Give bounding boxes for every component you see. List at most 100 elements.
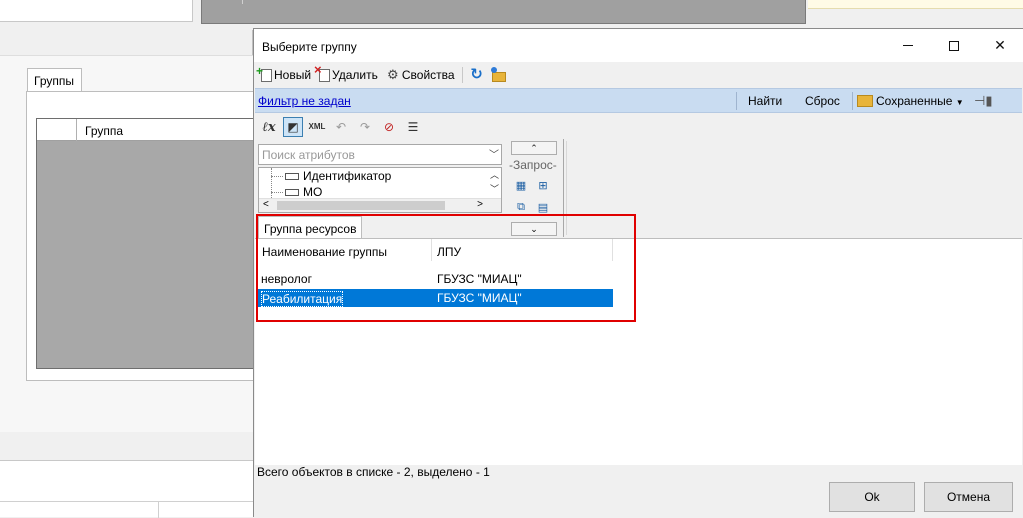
field-icon (285, 188, 299, 196)
saved-filters-label: Сохраненные (876, 94, 953, 108)
collapse-up-button[interactable]: ⌃ (511, 141, 557, 155)
xml-button[interactable]: XML (307, 117, 327, 137)
tree-vertical-scrollbar[interactable]: ︿ ﹀ (488, 168, 501, 198)
scrollbar-thumb[interactable] (277, 201, 445, 210)
chevron-down-icon[interactable]: ﹀ (488, 182, 501, 196)
maximize-button[interactable] (931, 29, 977, 62)
table-row-selected[interactable]: Реабилитация ГБУЗС "МИАЦ" (257, 289, 613, 307)
xml-icon: XML (308, 122, 326, 131)
reset-button[interactable]: Сброс (805, 94, 840, 108)
query-area[interactable] (563, 139, 1023, 237)
refresh-icon: ↻ (470, 66, 483, 83)
table-icon[interactable]: ▤ (535, 201, 551, 215)
groups-grid: Наименование группы ЛПУ невролог ГБУЗС "… (255, 238, 1022, 465)
toolbar-separator (461, 67, 463, 83)
folder-icon (490, 66, 506, 82)
field-icon (285, 172, 299, 180)
properties-button[interactable]: ⚙ Свойства (382, 64, 459, 86)
background-grid-indicator-col (37, 119, 77, 141)
filter-status-link[interactable]: Фильтр не задан (258, 94, 351, 108)
query-builder-button[interactable]: ◩ (283, 116, 303, 137)
attribute-item-label: МО (303, 185, 323, 199)
find-table-icon[interactable]: ⊞ (535, 179, 551, 193)
background-tab-groups[interactable]: Группы (27, 68, 82, 92)
table-row[interactable]: невролог ГБУЗС "МИАЦ" (257, 270, 613, 288)
query-label: -Запрос- (509, 158, 557, 172)
query-toolbar: ℓx ◩ XML ↶ ↷ ⊘ ☰ (255, 114, 1022, 139)
saved-filters-button[interactable]: Сохраненные ▼ (857, 94, 964, 108)
query-area-inner (566, 141, 1023, 235)
delete-document-icon (314, 63, 331, 82)
column-separator[interactable] (612, 239, 613, 261)
column-header-lpu[interactable]: ЛПУ (437, 245, 461, 259)
attribute-item[interactable]: Идентификатор (285, 168, 391, 184)
redo-icon: ↷ (359, 119, 371, 134)
cell-group-name: Реабилитация (261, 291, 344, 307)
grid-header: Наименование группы ЛПУ (255, 239, 615, 261)
delete-button-label: Удалить (332, 68, 378, 82)
tree-connector (271, 176, 283, 177)
chevron-up-icon[interactable]: ︿ (488, 168, 501, 182)
background-groups-grid: Группа (36, 118, 253, 369)
chevron-right-icon[interactable]: > (477, 199, 483, 210)
undo-icon: ↶ (335, 119, 347, 134)
ok-button[interactable]: Ok (829, 482, 915, 512)
background-grid-column-group[interactable]: Группа (85, 124, 123, 138)
cell-lpu: ГБУЗС "МИАЦ" (437, 291, 522, 305)
filter-separator (736, 92, 737, 110)
column-header-group-name[interactable]: Наименование группы (262, 245, 387, 259)
redo-button[interactable]: ↷ (355, 117, 375, 137)
chevron-down-icon[interactable]: ﹀ (489, 146, 499, 161)
double-chevron-down-icon: ⌄ (530, 224, 538, 234)
cell-group-name: невролог (261, 272, 312, 286)
select-group-dialog: Выберите группу ✕ Новый Удалить ⚙ Свойст… (253, 28, 1023, 517)
close-icon: ✕ (994, 37, 1006, 53)
folder-button[interactable] (488, 64, 510, 86)
maximize-icon (949, 40, 959, 51)
undo-button[interactable]: ↶ (331, 117, 351, 137)
dialog-titlebar[interactable]: Выберите группу ✕ (254, 29, 1023, 62)
attribute-item-label: Идентификатор (303, 169, 392, 183)
main-toolbar: Новый Удалить ⚙ Свойства ↻ (254, 62, 1023, 88)
status-bar: Всего объектов в списке - 2, выделено - … (257, 465, 490, 479)
background-grid-top (201, 0, 806, 24)
delete-button[interactable]: Удалить (314, 63, 382, 86)
close-button[interactable]: ✕ (977, 29, 1023, 62)
chevron-left-icon[interactable]: < (263, 199, 269, 210)
attribute-search-input[interactable] (259, 145, 479, 164)
find-button[interactable]: Найти (748, 94, 782, 108)
properties-button-label: Свойства (401, 68, 455, 82)
attribute-search[interactable]: ﹀ (258, 144, 502, 165)
dialog-title: Выберите группу (262, 40, 357, 54)
double-chevron-up-icon: ⌃ (530, 143, 538, 153)
background-bottom-area (0, 460, 253, 518)
new-button[interactable]: Новый (256, 64, 315, 86)
tab-resource-group[interactable]: Группа ресурсов (258, 216, 362, 238)
minimize-button[interactable] (885, 29, 931, 62)
list-button[interactable]: ☰ (403, 117, 423, 137)
properties-icon: ⚙ (387, 67, 399, 82)
add-table-icon[interactable]: ▦ (513, 179, 529, 193)
cancel-button[interactable]: Отмена (924, 482, 1013, 512)
expression-button[interactable]: ℓx (259, 117, 279, 137)
tree-connector (271, 192, 283, 193)
background-field (0, 0, 193, 22)
column-separator[interactable] (431, 239, 432, 261)
background-grid-header: Группа (37, 119, 253, 141)
status-text: Всего объектов в списке - 2, выделено - … (257, 465, 490, 479)
saved-filters-icon (857, 95, 873, 107)
minimize-icon (903, 45, 913, 46)
expression-icon: ℓx (262, 119, 276, 135)
clear-query-button[interactable]: ⊘ (379, 117, 399, 137)
pin-icon[interactable]: ⊣▮ (974, 93, 992, 109)
join-table-icon[interactable]: ⧉ (513, 201, 529, 215)
collapse-down-button[interactable]: ⌄ (511, 222, 557, 236)
tree-horizontal-scrollbar[interactable]: < > (259, 198, 501, 212)
refresh-button[interactable]: ↻ (466, 64, 488, 86)
background-info-strip (808, 0, 1023, 9)
chevron-down-icon: ▼ (955, 98, 964, 107)
new-button-label: Новый (274, 68, 312, 82)
cell-lpu: ГБУЗС "МИАЦ" (437, 272, 522, 286)
attribute-tree: Идентификатор МО ︿ ﹀ < > (258, 167, 502, 213)
clear-query-icon: ⊘ (383, 119, 395, 134)
